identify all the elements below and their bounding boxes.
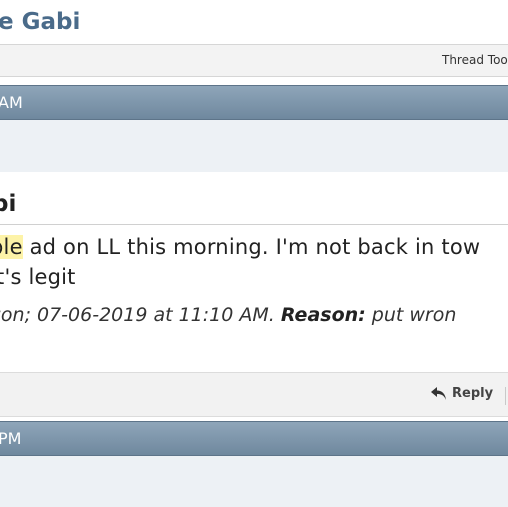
footer-divider <box>505 387 506 405</box>
edit-reason-label: Reason: <box>280 304 366 326</box>
last-edited-note: son; 07-06-2019 at 11:10 AM. Reason: put… <box>0 304 456 326</box>
thread-tools-menu[interactable]: Thread Too <box>442 53 508 67</box>
thread-title: e Gabi <box>0 9 81 35</box>
message-line-1-text: ad on LL this morning. I'm not back in t… <box>22 235 481 259</box>
edit-note-text: son; 07-06-2019 at 11:10 AM. <box>0 304 281 326</box>
post-date: PM <box>0 429 22 448</box>
post-date-header: AM <box>0 85 508 120</box>
message-line-2: it's legit <box>0 265 76 289</box>
search-highlight: ple <box>0 235 23 259</box>
post-body: bi ple ad on LL this morning. I'm not ba… <box>0 172 508 372</box>
reply-button[interactable]: Reply <box>430 386 493 401</box>
title-divider <box>0 224 508 225</box>
post-title: bi <box>0 191 17 217</box>
edit-reason-text: put wron <box>365 304 457 326</box>
post-footer: Reply <box>0 372 508 417</box>
reply-label: Reply <box>452 386 494 401</box>
message-line-1: ple ad on LL this morning. I'm not back … <box>0 232 480 262</box>
post-userinfo <box>0 456 508 507</box>
forum-thread-page: e Gabi Thread Too AM bi ple ad on LL thi… <box>0 0 508 507</box>
post-date-header: PM <box>0 421 508 456</box>
thread-tools-bar: Thread Too <box>0 44 508 77</box>
post-date: AM <box>0 93 23 112</box>
post-userinfo <box>0 120 508 172</box>
post-message: ple ad on LL this morning. I'm not back … <box>0 232 480 292</box>
reply-arrow-icon <box>431 387 446 400</box>
